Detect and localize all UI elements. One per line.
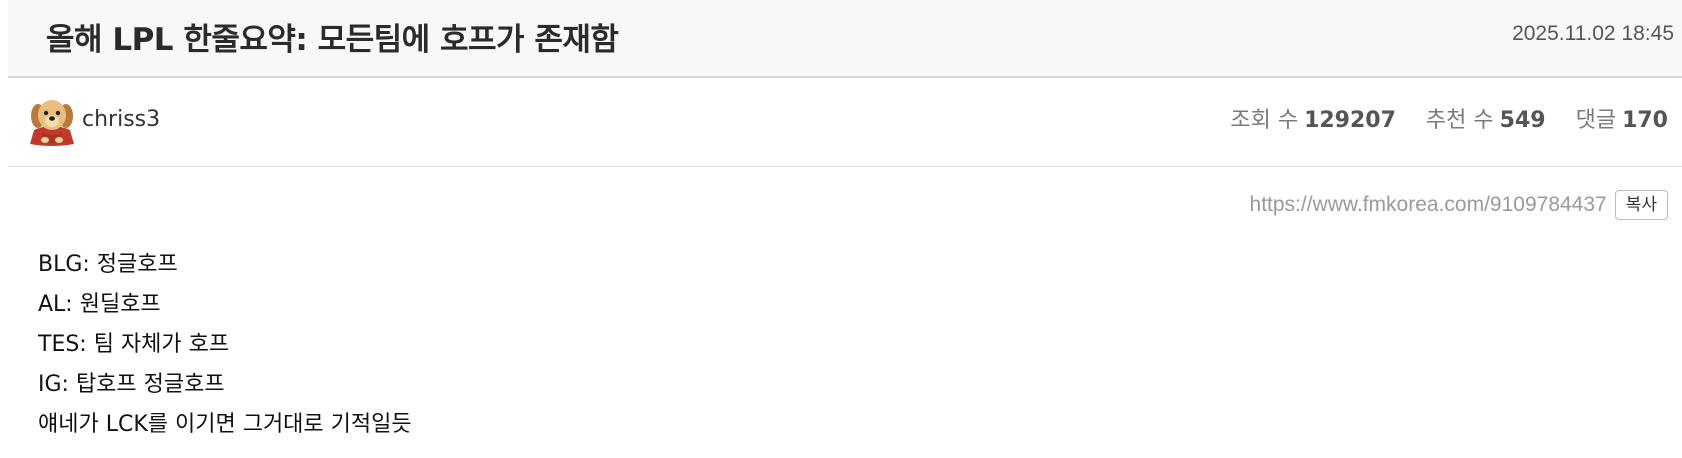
post-page: 올해 LPL 한줄요약: 모든팀에 호프가 존재함 2025.11.02 18:… <box>0 0 1682 458</box>
views-count: 129207 <box>1304 108 1396 133</box>
post-body-line: IG: 탑호프 정글호프 <box>38 372 225 397</box>
post-header: 올해 LPL 한줄요약: 모든팀에 호프가 존재함 2025.11.02 18:… <box>8 0 1682 78</box>
author-name[interactable]: chriss3 <box>82 107 160 132</box>
views-label: 조회 수 <box>1230 108 1299 133</box>
comments-stat[interactable]: 댓글 170 <box>1576 102 1668 134</box>
post-body-line: 얘네가 LCK를 이기면 그거대로 기적일듯 <box>38 412 412 437</box>
post-meta: chriss3 조회 수 129207 추천 수 549 댓글 170 <box>8 78 1682 167</box>
views-stat: 조회 수 129207 <box>1230 102 1396 134</box>
post-body-line: AL: 원딜호프 <box>38 292 161 317</box>
post-url[interactable]: https://www.fmkorea.com/9109784437 <box>1250 193 1607 217</box>
post-body: BLG: 정글호프 AL: 원딜호프 TES: 팀 자체가 호프 IG: 탑호프… <box>38 245 412 445</box>
puppy-avatar-icon[interactable] <box>28 96 76 146</box>
comments-label: 댓글 <box>1575 108 1617 133</box>
recommends-stat: 추천 수 549 <box>1426 102 1546 134</box>
post-title: 올해 LPL 한줄요약: 모든팀에 호프가 존재함 <box>46 22 619 58</box>
recommends-count: 549 <box>1499 108 1546 133</box>
copy-url-button[interactable]: 복사 <box>1614 190 1668 220</box>
post-body-line: BLG: 정글호프 <box>38 252 178 277</box>
post-date: 2025.11.02 18:45 <box>1512 22 1674 45</box>
recommends-label: 추천 수 <box>1425 108 1494 133</box>
post-body-line: TES: 팀 자체가 호프 <box>38 332 230 357</box>
post-url-row: https://www.fmkorea.com/9109784437 복사 <box>1250 190 1668 220</box>
post-stats: 조회 수 129207 추천 수 549 댓글 170 <box>1230 102 1668 134</box>
comments-count: 170 <box>1622 108 1668 133</box>
